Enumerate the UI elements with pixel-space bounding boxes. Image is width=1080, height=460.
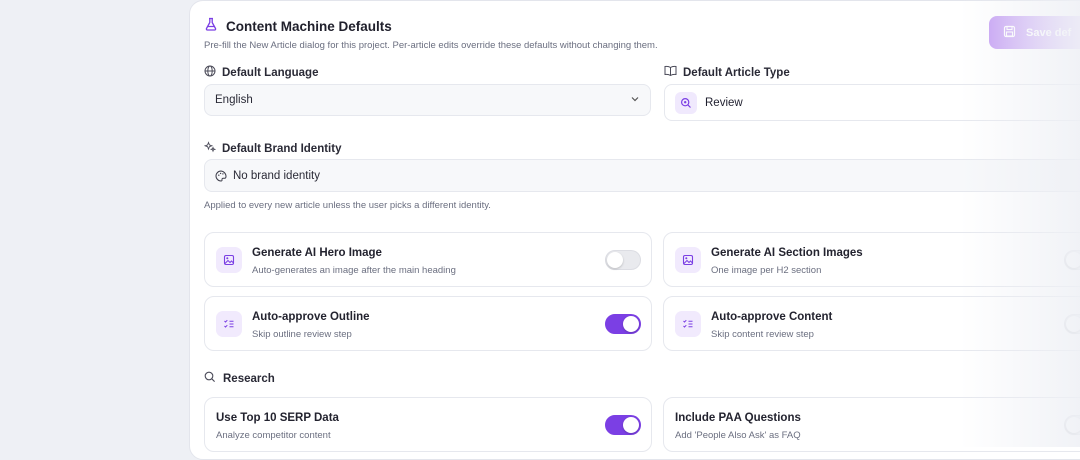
option-title: Use Top 10 SERP Data (216, 412, 339, 424)
chevron-down-icon (630, 94, 640, 107)
option-title: Generate AI Section Images (711, 247, 863, 259)
option-subtitle: Skip outline review step (252, 329, 352, 340)
save-defaults-button[interactable]: Save def (989, 16, 1080, 49)
option-title: Auto-approve Content (711, 311, 833, 323)
research-section-heading: Research (204, 371, 275, 386)
sparkles-icon (203, 141, 217, 156)
serp-data-toggle[interactable] (605, 415, 641, 435)
option-card-section-images: Generate AI Section Images One image per… (663, 232, 1080, 287)
language-select[interactable]: English (204, 84, 651, 116)
option-card-auto-approve-outline: Auto-approve Outline Skip outline review… (204, 296, 652, 351)
research-label: Research (223, 372, 275, 385)
globe-icon (204, 65, 216, 80)
section-images-toggle[interactable] (1064, 250, 1080, 270)
image-icon (675, 247, 701, 273)
option-card-hero-image: Generate AI Hero Image Auto-generates an… (204, 232, 652, 287)
book-icon (664, 65, 677, 80)
brand-identity-select[interactable]: No brand identity (204, 159, 1080, 192)
option-card-paa-questions: Include PAA Questions Add 'People Also A… (663, 397, 1080, 452)
option-subtitle: One image per H2 section (711, 265, 822, 276)
language-label-row: Default Language (204, 65, 318, 80)
save-button-label: Save def (1026, 26, 1072, 39)
language-value: English (215, 94, 253, 106)
article-type-select[interactable]: Review (664, 84, 1080, 121)
content-machine-defaults-panel: Content Machine Defaults Pre-fill the Ne… (189, 0, 1080, 460)
option-subtitle: Auto-generates an image after the main h… (252, 265, 456, 276)
paa-questions-toggle[interactable] (1064, 415, 1080, 435)
option-subtitle: Skip content review step (711, 329, 814, 340)
save-icon (1003, 25, 1016, 41)
brand-identity-value: No brand identity (233, 169, 320, 182)
option-title: Generate AI Hero Image (252, 247, 382, 259)
palette-icon (215, 169, 227, 182)
panel-header: Content Machine Defaults (204, 17, 392, 36)
brand-help-text: Applied to every new article unless the … (204, 200, 491, 211)
auto-approve-content-toggle[interactable] (1064, 314, 1080, 334)
brand-label: Default Brand Identity (222, 142, 342, 155)
panel-title: Content Machine Defaults (226, 19, 392, 34)
checklist-icon (675, 311, 701, 337)
article-type-value: Review (705, 96, 743, 109)
hero-image-toggle[interactable] (605, 250, 641, 270)
option-card-auto-approve-content: Auto-approve Content Skip content review… (663, 296, 1080, 351)
option-subtitle: Add 'People Also Ask' as FAQ (675, 430, 801, 441)
search-icon (204, 371, 216, 386)
option-subtitle: Analyze competitor content (216, 430, 331, 441)
image-icon (216, 247, 242, 273)
checklist-icon (216, 311, 242, 337)
article-type-label: Default Article Type (683, 66, 790, 79)
brand-label-row: Default Brand Identity (203, 141, 342, 156)
auto-approve-outline-toggle[interactable] (605, 314, 641, 334)
language-label: Default Language (222, 66, 319, 79)
option-title: Auto-approve Outline (252, 311, 370, 323)
option-card-serp-data: Use Top 10 SERP Data Analyze competitor … (204, 397, 652, 452)
panel-subtitle: Pre-fill the New Article dialog for this… (204, 40, 658, 51)
option-title: Include PAA Questions (675, 412, 801, 424)
search-icon (675, 91, 697, 114)
article-type-label-row: Default Article Type (664, 65, 790, 80)
flask-icon (204, 17, 218, 36)
